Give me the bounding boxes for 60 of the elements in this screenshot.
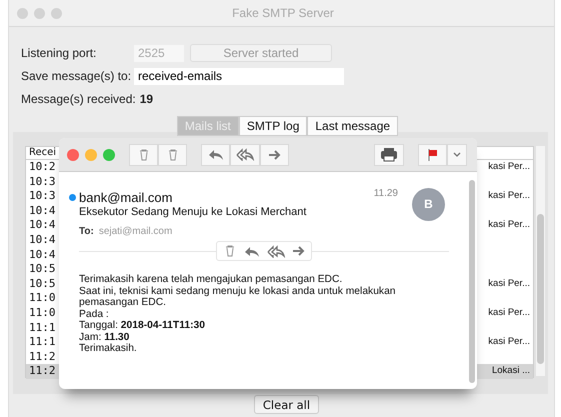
scrollbar-thumb[interactable] <box>537 214 544 364</box>
received-count: 19 <box>140 92 154 106</box>
table-cell-text: 10:5 <box>29 276 56 292</box>
table-cell-text: 10:4 <box>29 204 56 218</box>
print-button[interactable] <box>374 144 404 166</box>
tab[interactable]: SMTP log <box>238 116 308 136</box>
window-control-icon[interactable] <box>67 148 79 160</box>
forward-button[interactable] <box>260 144 289 166</box>
table-cell-text: kasi Per... <box>488 189 531 204</box>
table-cell-text: kasi Per... <box>488 335 531 350</box>
table-cell-text: kasi Per... <box>488 218 531 232</box>
window-control-icon[interactable] <box>103 148 115 160</box>
table-cell-text: 10:3 <box>29 189 56 204</box>
tab[interactable]: Last message <box>307 116 398 136</box>
to-label: To: <box>79 226 94 237</box>
field-label: Message(s) received: <box>21 92 136 106</box>
avatar: B <box>412 188 445 220</box>
reply-all-icon <box>236 148 254 161</box>
forward-icon[interactable] <box>292 245 305 257</box>
field-label: Listening port: <box>21 46 98 60</box>
table-cell-text: 10:2 <box>29 160 56 175</box>
field-label: Save message(s) to: <box>21 69 132 83</box>
reply-button[interactable] <box>201 144 230 166</box>
printer-icon <box>380 147 398 162</box>
table-cell-text: 10:5 <box>29 262 56 277</box>
delete-button[interactable] <box>129 144 158 166</box>
table-cell-text: kasi Per... <box>488 160 531 174</box>
trash-icon[interactable] <box>223 244 237 258</box>
table-cell-text: 11:2 <box>29 364 56 379</box>
table-cell-text: 11:0 <box>29 306 56 321</box>
scrollbar-thumb[interactable] <box>469 180 475 383</box>
clear-all-button[interactable]: Clear all <box>254 395 320 414</box>
table-cell-text: 11:0 <box>29 291 56 306</box>
table-cell-text: 11:1 <box>29 320 56 336</box>
table-cell-text: 11:1 <box>29 335 56 350</box>
table-cell-text: Lokasi ... <box>492 364 531 378</box>
table-cell-text: kasi Per... <box>488 276 531 291</box>
table-cell-text: 10:4 <box>29 232 56 248</box>
table-cell-text: 11:2 <box>29 350 56 364</box>
message-time: 11.29 <box>374 188 398 199</box>
junk-button[interactable] <box>158 144 187 166</box>
reply-icon <box>208 148 224 161</box>
message-body: Terimakasih karena telah mengajukan pemasangan EDC. Saat ini, teknisi kami sedang menuju ke lokasi anda untuk melakukan pemasangan EDC. Pada : Tanggal: 2018-04-11T11:30 Jam: 11.30 Terimakasih. <box>79 274 397 354</box>
table-cell-text: kasi Per... <box>488 306 531 320</box>
recipient: sejati@mail.com <box>98 226 172 237</box>
forward-icon <box>268 148 281 160</box>
message-subject: Eksekutor Sedang Menuju ke Lokasi Merchant <box>79 206 308 218</box>
reply-all-button[interactable] <box>230 144 260 166</box>
table-cell-text: 10:4 <box>29 218 56 233</box>
flag-button[interactable] <box>418 144 447 166</box>
reply-icon[interactable] <box>244 244 260 258</box>
sender: bank@mail.com <box>79 190 172 204</box>
table-cell-text: 10:3 <box>29 174 56 190</box>
folder-field[interactable]: received-emails <box>134 68 344 84</box>
table-cell-text: 10:4 <box>29 248 56 262</box>
flag-menu-button[interactable] <box>447 144 467 166</box>
reply-all-icon[interactable] <box>267 244 285 258</box>
chevron-down-icon <box>453 152 461 157</box>
window-title: Fake SMTP Server <box>231 6 335 20</box>
window-control-icon[interactable] <box>85 148 97 160</box>
